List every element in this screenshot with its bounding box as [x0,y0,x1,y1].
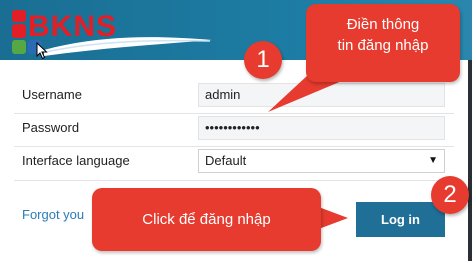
callout-1-line1: Điền thông [346,16,420,33]
step-1-badge: 1 [244,41,282,79]
callout-1-line2: tin đăng nhập [337,37,429,54]
callout-fill-info: Điền thông tin đăng nhập [306,4,460,82]
step-2-badge: 2 [431,176,469,214]
callout-click-login: Click để đăng nhập [92,188,321,251]
